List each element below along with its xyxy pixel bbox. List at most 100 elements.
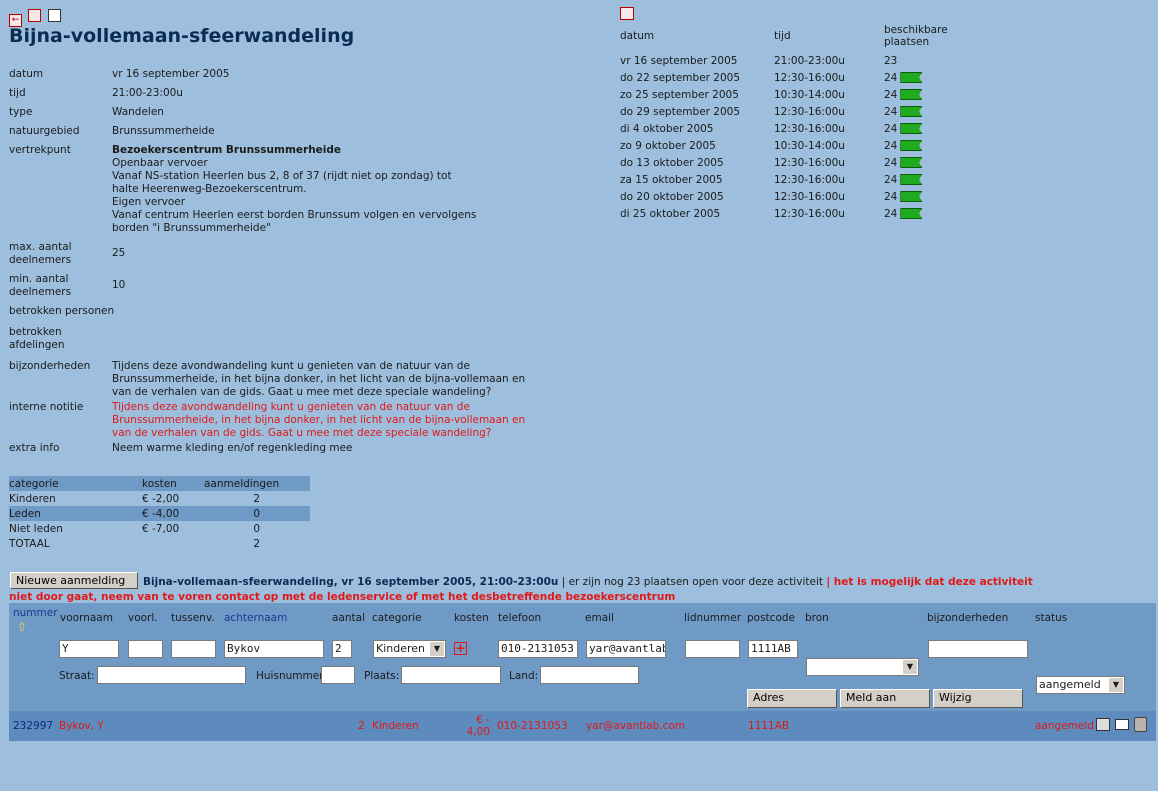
result-telefoon: 010-2131053 bbox=[497, 720, 568, 732]
bijzonderheden-input[interactable] bbox=[928, 640, 1028, 658]
activity-details: datum vr 16 september 2005 tijd 21:00-23:0… bbox=[9, 68, 529, 461]
places-value: 24 bbox=[884, 122, 898, 135]
new-registration-button[interactable]: Nieuwe aanmelding bbox=[10, 572, 138, 589]
bron-select[interactable]: ▼ bbox=[806, 658, 919, 676]
huisnummer-input[interactable] bbox=[321, 666, 355, 684]
places-cell: 24 bbox=[884, 154, 923, 171]
status-select[interactable]: aangemeld ▼ bbox=[1036, 676, 1125, 694]
vertrekpunt-line: Vanaf centrum Heerlen eerst borden Bruns… bbox=[112, 209, 477, 234]
flag-icon[interactable] bbox=[900, 72, 923, 83]
time-cell: 12:30-16:00u bbox=[774, 190, 845, 203]
land-input[interactable] bbox=[540, 666, 639, 684]
flag-icon[interactable] bbox=[900, 123, 923, 134]
flag-icon[interactable] bbox=[900, 208, 923, 219]
special-value: Tijdens deze avondwandeling kunt u genie… bbox=[112, 360, 526, 398]
date-row[interactable]: zo 9 oktober 2005 10:30-14:00u 24 bbox=[620, 137, 923, 154]
result-email: yar@avantlab.com bbox=[586, 720, 686, 732]
result-naam: Bykov, Y bbox=[59, 720, 104, 732]
flag-icon[interactable] bbox=[900, 106, 923, 117]
cost-cell: 2 bbox=[253, 537, 260, 550]
time-cell: 12:30-16:00u bbox=[774, 173, 845, 186]
sort-arrow-icon[interactable]: ⇧ bbox=[17, 620, 27, 634]
dates-col-tijd: tijd bbox=[774, 30, 791, 42]
max-label: max. aantal deelnemers bbox=[9, 241, 72, 266]
date-cell: zo 9 oktober 2005 bbox=[620, 139, 716, 152]
cost-table: categorie kosten aanmeldingen Kinderen € … bbox=[9, 476, 310, 551]
print-icon[interactable] bbox=[1096, 718, 1110, 731]
flag-icon[interactable] bbox=[900, 157, 923, 168]
mail-icon[interactable] bbox=[47, 9, 61, 22]
flag-icon[interactable] bbox=[900, 174, 923, 185]
table-row[interactable]: 232997 Bykov, Y 2 Kinderen € -4,00 010-2… bbox=[9, 711, 1156, 741]
mail-icon[interactable] bbox=[1115, 719, 1129, 730]
date-row[interactable]: do 20 oktober 2005 12:30-16:00u 24 bbox=[620, 188, 923, 205]
lidnummer-input[interactable] bbox=[685, 640, 740, 658]
date-row[interactable]: do 22 september 2005 12:30-16:00u 24 bbox=[620, 69, 923, 86]
cost-header: kosten bbox=[142, 477, 177, 490]
cost-header: categorie bbox=[9, 477, 59, 490]
persons-label: betrokken personen bbox=[9, 305, 115, 317]
plaats-label: Plaats: bbox=[364, 670, 400, 682]
cost-row: Niet leden € -7,00 0 bbox=[9, 521, 310, 536]
col-bron: bron bbox=[805, 612, 829, 624]
flag-icon[interactable] bbox=[900, 191, 923, 202]
date-row[interactable]: do 13 oktober 2005 12:30-16:00u 24 bbox=[620, 154, 923, 171]
page-title: Bijna-vollemaan-sfeerwandeling bbox=[9, 25, 355, 47]
date-row[interactable]: do 29 september 2005 12:30-16:00u 24 bbox=[620, 103, 923, 120]
print-icon[interactable] bbox=[28, 9, 42, 22]
result-postcode: 1111AB bbox=[748, 720, 790, 732]
adres-button[interactable]: Adres bbox=[747, 689, 837, 708]
detail-value: Wandelen bbox=[112, 106, 164, 118]
date-row[interactable]: vr 16 september 2005 21:00-23:00u 23 bbox=[620, 52, 922, 69]
meld-aan-button[interactable]: Meld aan bbox=[840, 689, 930, 708]
registration-form: nummer ⇧ voornaam voorl. tussenv. achter… bbox=[9, 603, 1156, 711]
postcode-input[interactable]: 1111AB bbox=[748, 640, 798, 658]
result-nummer[interactable]: 232997 bbox=[13, 720, 53, 732]
add-cost-icon[interactable]: + bbox=[454, 642, 467, 655]
col-status: status bbox=[1035, 612, 1068, 624]
date-row[interactable]: zo 25 september 2005 10:30-14:00u 24 bbox=[620, 86, 923, 103]
result-status: aangemeld bbox=[1035, 720, 1094, 732]
date-row[interactable]: di 4 oktober 2005 12:30-16:00u 24 bbox=[620, 120, 923, 137]
straat-input[interactable] bbox=[97, 666, 246, 684]
telefoon-input[interactable]: 010-2131053 bbox=[498, 640, 578, 658]
date-row[interactable]: di 25 oktober 2005 12:30-16:00u 24 bbox=[620, 205, 923, 222]
status-value: aangemeld bbox=[1039, 678, 1101, 691]
cost-cell: Niet leden bbox=[9, 522, 63, 535]
places-value: 23 bbox=[884, 54, 898, 67]
date-cell: do 20 oktober 2005 bbox=[620, 190, 724, 203]
flag-icon[interactable] bbox=[900, 140, 923, 151]
result-categorie: Kinderen bbox=[372, 720, 419, 732]
time-cell: 12:30-16:00u bbox=[774, 105, 845, 118]
land-label: Land: bbox=[509, 670, 539, 682]
cost-cell bbox=[142, 536, 204, 551]
extra-label: extra info bbox=[9, 442, 60, 454]
flag-icon[interactable] bbox=[900, 89, 923, 100]
date-cell: do 22 september 2005 bbox=[620, 71, 741, 84]
cost-cell: TOTAAL bbox=[9, 537, 50, 550]
date-row[interactable]: za 15 oktober 2005 12:30-16:00u 24 bbox=[620, 171, 923, 188]
delete-icon[interactable] bbox=[1134, 717, 1147, 732]
result-kosten-2: 4,00 bbox=[466, 726, 490, 738]
col-achternaam[interactable]: achternaam bbox=[224, 612, 287, 624]
vertrekpunt-label: vertrekpunt bbox=[9, 144, 71, 156]
aantal-input[interactable]: 2 bbox=[332, 640, 352, 658]
places-value: 24 bbox=[884, 173, 898, 186]
email-input[interactable]: yar@avantlab bbox=[586, 640, 666, 658]
places-cell: 24 bbox=[884, 120, 923, 137]
voorl-input[interactable] bbox=[128, 640, 163, 658]
calendar-icon[interactable] bbox=[620, 7, 637, 23]
plaats-input[interactable] bbox=[401, 666, 501, 684]
achternaam-input[interactable]: Bykov bbox=[224, 640, 324, 658]
col-nummer[interactable]: nummer bbox=[13, 607, 58, 619]
voornaam-input[interactable]: Y bbox=[59, 640, 119, 658]
tussenv-input[interactable] bbox=[171, 640, 216, 658]
depts-label: betrokken afdelingen bbox=[9, 326, 65, 351]
places-cell: 24 bbox=[884, 205, 923, 222]
col-voorl: voorl. bbox=[128, 612, 158, 624]
col-voornaam: voornaam bbox=[60, 612, 113, 624]
cost-cell: € -2,00 bbox=[142, 492, 180, 505]
categorie-select[interactable]: Kinderen ▼ bbox=[373, 640, 446, 658]
wijzig-button[interactable]: Wijzig bbox=[933, 689, 1023, 708]
time-cell: 12:30-16:00u bbox=[774, 156, 845, 169]
